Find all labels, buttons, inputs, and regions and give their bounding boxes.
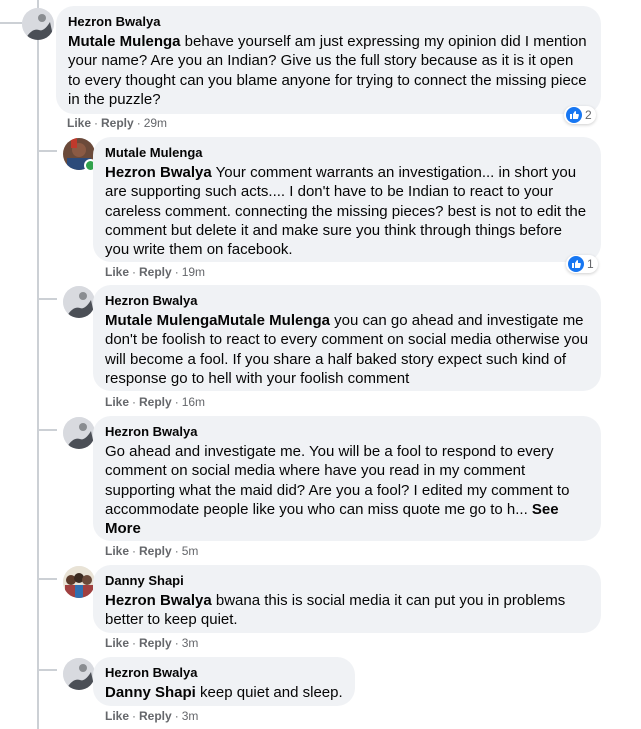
avatar[interactable]	[63, 566, 95, 598]
like-button[interactable]: Like	[67, 116, 91, 130]
comment-bubble: Hezron Bwalya Mutale MulengaMutale Mulen…	[93, 285, 601, 391]
reply-button[interactable]: Reply	[101, 116, 134, 130]
mention-link[interactable]: Danny Shapi	[105, 684, 196, 701]
mention-link[interactable]: Mutale Mulenga	[68, 33, 181, 50]
comment-text: Mutale MulengaMutale Mulenga you can go …	[105, 311, 589, 388]
comment-author[interactable]: Hezron Bwalya	[105, 424, 589, 440]
comment-text: Mutale Mulenga behave yourself am just e…	[68, 32, 589, 109]
like-reaction-icon	[566, 107, 582, 123]
separator: ·	[174, 395, 179, 409]
comment-author[interactable]: Mutale Mulenga	[105, 145, 589, 161]
comment-bubble: Hezron Bwalya Go ahead and investigate m…	[93, 416, 601, 541]
reply-button[interactable]: Reply	[139, 544, 172, 558]
mention-link[interactable]: Hezron Bwalya	[105, 592, 212, 609]
separator: ·	[132, 395, 137, 409]
mention-link[interactable]: Hezron Bwalya	[105, 164, 212, 181]
mention-link[interactable]: Mutale MulengaMutale Mulenga	[105, 312, 330, 329]
timestamp[interactable]: 29m	[144, 116, 167, 130]
timestamp[interactable]: 3m	[182, 709, 199, 723]
timestamp[interactable]: 19m	[182, 265, 205, 279]
separator: ·	[132, 636, 137, 650]
reply-button[interactable]: Reply	[139, 709, 172, 723]
avatar[interactable]	[63, 286, 95, 318]
comment-bubble: Hezron Bwalya Danny Shapi keep quiet and…	[93, 657, 355, 706]
avatar[interactable]	[63, 658, 95, 690]
thread-line-branch	[37, 578, 57, 580]
separator: ·	[174, 636, 179, 650]
comment-text: Go ahead and investigate me. You will be…	[105, 442, 589, 538]
separator: ·	[94, 116, 99, 130]
like-button[interactable]: Like	[105, 636, 129, 650]
separator: ·	[174, 544, 179, 558]
reply-button[interactable]: Reply	[139, 395, 172, 409]
separator: ·	[132, 544, 137, 558]
comment-text: Hezron Bwalya Your comment warrants an i…	[105, 163, 589, 259]
reaction-count[interactable]: 2	[564, 106, 596, 124]
avatar[interactable]	[22, 8, 54, 40]
reply-button[interactable]: Reply	[139, 636, 172, 650]
thread-line-branch	[37, 429, 57, 431]
timestamp[interactable]: 16m	[182, 395, 205, 409]
comment-bubble: Mutale Mulenga Hezron Bwalya Your commen…	[93, 137, 601, 262]
reaction-count[interactable]: 1	[566, 255, 598, 273]
comment-body: keep quiet and sleep.	[195, 684, 343, 701]
avatar[interactable]	[63, 417, 95, 449]
separator: ·	[174, 265, 179, 279]
comment-actions: Like · Reply · 19m	[105, 264, 205, 280]
comment-author[interactable]: Danny Shapi	[105, 573, 589, 589]
comment-author[interactable]: Hezron Bwalya	[68, 14, 589, 30]
comment-bubble: Danny Shapi Hezron Bwalya bwana this is …	[93, 565, 601, 633]
like-button[interactable]: Like	[105, 395, 129, 409]
reply-button[interactable]: Reply	[139, 265, 172, 279]
like-button[interactable]: Like	[105, 265, 129, 279]
comment-actions: Like · Reply · 29m	[67, 115, 167, 131]
reaction-number: 1	[587, 257, 594, 271]
timestamp[interactable]: 5m	[182, 544, 199, 558]
comment-actions: Like · Reply · 3m	[105, 708, 198, 724]
comment-text: Danny Shapi keep quiet and sleep.	[105, 683, 343, 702]
thread-line-branch	[37, 298, 57, 300]
comment-actions: Like · Reply · 5m	[105, 543, 198, 559]
separator: ·	[136, 116, 141, 130]
reaction-number: 2	[585, 108, 592, 122]
comment-bubble: Hezron Bwalya Mutale Mulenga behave your…	[56, 6, 601, 114]
thread-line-branch	[37, 669, 57, 671]
comment-author[interactable]: Hezron Bwalya	[105, 665, 343, 681]
like-button[interactable]: Like	[105, 544, 129, 558]
thread-line-branch	[37, 150, 57, 152]
comment-body: Go ahead and investigate me. You will be…	[105, 443, 570, 518]
thread-line-branch	[0, 22, 22, 24]
like-reaction-icon	[568, 256, 584, 272]
comment-actions: Like · Reply · 16m	[105, 394, 205, 410]
timestamp[interactable]: 3m	[182, 636, 199, 650]
separator: ·	[174, 709, 179, 723]
separator: ·	[132, 709, 137, 723]
comment-text: Hezron Bwalya bwana this is social media…	[105, 591, 589, 630]
like-button[interactable]: Like	[105, 709, 129, 723]
separator: ·	[132, 265, 137, 279]
thread-line-main	[37, 0, 39, 729]
comment-author[interactable]: Hezron Bwalya	[105, 293, 589, 309]
comment-actions: Like · Reply · 3m	[105, 635, 198, 651]
